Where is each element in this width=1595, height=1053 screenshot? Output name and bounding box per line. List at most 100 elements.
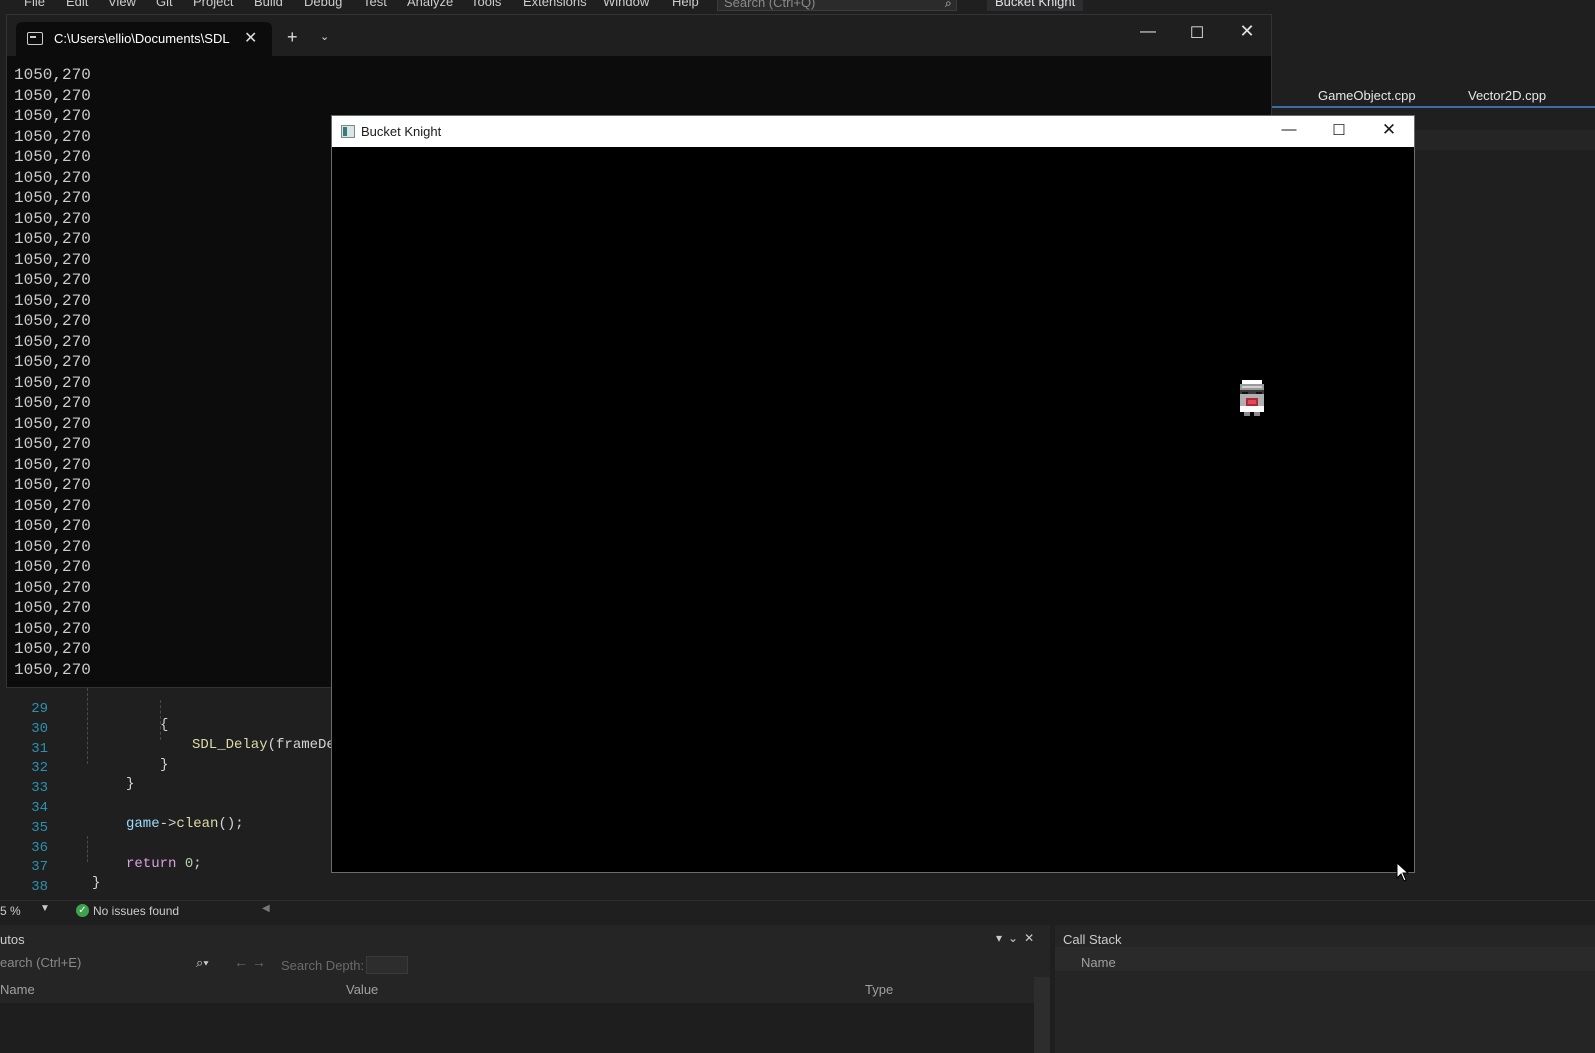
console-line: 1050,270 — [14, 312, 91, 330]
console-line: 1050,270 — [14, 209, 91, 228]
maximize-icon[interactable]: ☐ — [1324, 121, 1354, 139]
terminal-icon — [27, 32, 43, 45]
chevron-down-icon[interactable]: ⌄ — [320, 30, 329, 43]
scroll-left-icon[interactable]: ◀ — [262, 903, 270, 914]
zoom-level[interactable]: 5 % — [0, 904, 21, 918]
menu-edit[interactable]: Edit — [66, 0, 88, 9]
console-line: 1050,270 — [14, 148, 91, 166]
console-line: 1050,270 — [14, 168, 91, 187]
ide-search-input[interactable]: Search (Ctrl+Q) — [717, 0, 957, 11]
solution-name: Bucket Knight — [987, 0, 1084, 11]
menu-help[interactable]: Help — [672, 0, 699, 9]
console-line: 1050,270 — [14, 476, 91, 494]
code-editor[interactable]: 29 { 30 SDL_Delay(frameDe 31 } 32 } 33 3… — [0, 688, 340, 898]
close-icon[interactable]: ✕ — [1232, 21, 1262, 42]
autos-panel: utos ▾ ⌄ ✕ earch (Ctrl+E) ⌕▾ ← → Search De… — [0, 925, 1050, 1053]
plus-icon[interactable]: + — [287, 27, 298, 48]
column-header-value[interactable]: Value — [346, 982, 378, 997]
knight-sprite — [1240, 380, 1264, 416]
callstack-title: Call Stack — [1063, 932, 1122, 947]
close-icon[interactable]: ✕ — [1024, 931, 1034, 945]
panel-controls: ▾ ⌄ ✕ — [996, 931, 1040, 945]
tab-vector2d-cpp[interactable]: Vector2D.cpp — [1468, 88, 1546, 103]
console-line: 1050,270 — [14, 558, 91, 576]
menu-project[interactable]: Project — [193, 0, 233, 9]
menu-tools[interactable]: Tools — [471, 0, 501, 9]
close-icon[interactable]: ✕ — [1374, 120, 1404, 140]
console-line: 1050,270 — [14, 373, 91, 392]
editor-tabstrip: GameObject.cpp Vector2D.cpp — [1272, 84, 1595, 108]
issues-status[interactable]: No issues found — [93, 904, 179, 918]
minimize-icon[interactable]: — — [1274, 121, 1304, 138]
game-window[interactable]: Bucket Knight — ☐ ✕ — [331, 115, 1415, 873]
check-circle-icon: ✓ — [76, 904, 89, 917]
code-line: 30 SDL_Delay(frameDe — [0, 705, 340, 753]
minimize-icon[interactable]: — — [1133, 23, 1163, 41]
editor-statusbar: 5 % ▼ ✓ No issues found ◀ — [0, 900, 1595, 921]
autos-title: utos — [0, 932, 25, 947]
console-line: 1050,270 — [14, 230, 91, 248]
search-depth-label: Search Depth: — [281, 958, 365, 973]
code-line: 32 } — [0, 744, 340, 792]
console-line: 1050,270 — [14, 189, 91, 207]
callstack-panel: Call Stack Name — [1055, 925, 1595, 1053]
menu-analyze[interactable]: Analyze — [407, 0, 453, 9]
search-icon[interactable]: ⌕ — [945, 0, 952, 11]
code-line: 33 — [0, 764, 340, 796]
console-line: 1050,270 — [14, 435, 91, 453]
console-line: 1050,270 — [14, 127, 91, 146]
console-line: 1050,270 — [14, 291, 91, 310]
menu-debug[interactable]: Debug — [304, 0, 342, 9]
console-line: 1050,270 — [14, 517, 91, 535]
code-line: 37 } — [0, 843, 340, 891]
console-line: 1050,270 — [14, 86, 91, 105]
search-icon[interactable]: ⌕▾ — [196, 955, 209, 971]
column-header-type[interactable]: Type — [865, 982, 893, 997]
callstack-header — [1055, 947, 1595, 971]
console-titlebar[interactable]: C:\Users\ellio\Documents\SDL ✕ + ⌄ — ☐ ✕ — [7, 15, 1271, 56]
menu-git[interactable]: Git — [156, 0, 173, 9]
console-line: 1050,270 — [14, 394, 91, 412]
tab-gameobject-cpp[interactable]: GameObject.cpp — [1318, 88, 1416, 103]
console-line: 1050,270 — [14, 271, 91, 289]
nav-arrows-icon[interactable]: ← → — [234, 954, 266, 970]
game-window-title: Bucket Knight — [361, 124, 442, 139]
console-line: 1050,270 — [14, 599, 91, 617]
console-line: 1050,270 — [14, 619, 91, 638]
mouse-cursor-icon — [1396, 862, 1410, 882]
code-line: 34 game->clean(); — [0, 784, 340, 832]
column-header-name[interactable]: Name — [0, 982, 35, 997]
menu-test[interactable]: Test — [363, 0, 387, 9]
app-icon — [341, 125, 355, 138]
search-depth-select[interactable] — [366, 956, 408, 974]
menu-window[interactable]: Window — [603, 0, 649, 9]
console-line: 1050,270 — [14, 414, 91, 433]
pin-icon[interactable]: ⌄ — [1008, 931, 1018, 945]
column-header-name[interactable]: Name — [1081, 955, 1116, 970]
code-line: 38 — [0, 863, 340, 895]
game-titlebar[interactable]: Bucket Knight — ☐ ✕ — [332, 116, 1414, 147]
line-number: 38 — [31, 879, 48, 895]
code-line: 35 — [0, 804, 340, 836]
console-line: 1050,270 — [14, 332, 91, 351]
code-line: 31 } — [0, 725, 340, 773]
autos-search-input[interactable]: earch (Ctrl+E) — [0, 955, 220, 973]
console-line: 1050,270 — [14, 660, 91, 679]
chevron-down-icon[interactable]: ▾ — [996, 931, 1002, 945]
ide-menubar: File Edit View Git Project Build Debug T… — [0, 0, 1595, 12]
close-icon[interactable]: ✕ — [244, 28, 257, 48]
maximize-icon[interactable]: ☐ — [1182, 23, 1212, 43]
console-tab[interactable]: C:\Users\ellio\Documents\SDL ✕ — [16, 22, 272, 56]
autos-grid — [0, 1003, 1036, 1053]
game-canvas[interactable] — [332, 147, 1414, 872]
console-line: 1050,270 — [14, 250, 91, 269]
scrollbar[interactable] — [1034, 977, 1050, 1053]
console-output: 1050,270 1050,270 1050,270 1050,270 1050,270… — [14, 65, 91, 680]
console-line: 1050,270 — [14, 353, 91, 371]
console-line: 1050,270 — [14, 640, 91, 658]
menu-build[interactable]: Build — [254, 0, 283, 9]
menu-extensions[interactable]: Extensions — [523, 0, 587, 9]
menu-view[interactable]: View — [108, 0, 136, 9]
menu-file[interactable]: File — [24, 0, 45, 9]
chevron-down-icon[interactable]: ▼ — [40, 903, 50, 914]
